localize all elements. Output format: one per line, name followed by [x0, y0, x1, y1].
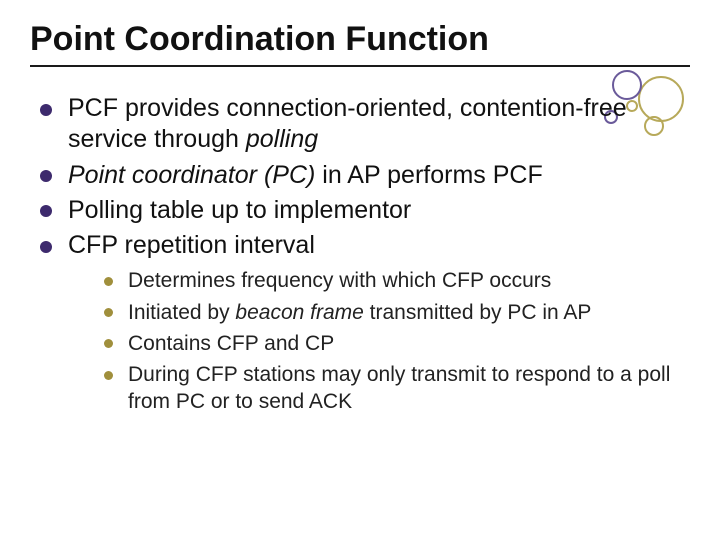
text: CFP repetition interval — [68, 231, 315, 259]
italic-text: Point coordinator (PC) — [68, 161, 315, 189]
slide: Point Coordination Function PCF provides… — [0, 0, 720, 540]
sub-bullet-list: Determines frequency with which CFP occu… — [68, 267, 690, 415]
list-item: CFP repetition interval Determines frequ… — [38, 230, 690, 416]
title-underline — [30, 65, 690, 67]
text: PCF provides connection-oriented, conten… — [68, 94, 627, 153]
list-item: PCF provides connection-oriented, conten… — [38, 93, 690, 156]
text: Contains CFP and CP — [128, 332, 334, 355]
text: Determines frequency with which CFP occu… — [128, 269, 551, 292]
list-item: During CFP stations may only transmit to… — [102, 361, 690, 416]
list-item: Contains CFP and CP — [102, 330, 690, 357]
text: During CFP stations may only transmit to… — [128, 363, 670, 413]
list-item: Initiated by beacon frame transmitted by… — [102, 299, 690, 326]
slide-title: Point Coordination Function — [30, 20, 690, 59]
text: transmitted by PC in AP — [364, 301, 592, 324]
text: Initiated by — [128, 301, 235, 324]
list-item: Polling table up to implementor — [38, 195, 690, 226]
main-bullet-list: PCF provides connection-oriented, conten… — [30, 93, 690, 416]
text: in AP performs PCF — [315, 161, 542, 189]
italic-text: polling — [246, 125, 318, 153]
list-item: Determines frequency with which CFP occu… — [102, 267, 690, 294]
italic-text: beacon frame — [235, 301, 363, 324]
text: Polling table up to implementor — [68, 196, 411, 224]
list-item: Point coordinator (PC) in AP performs PC… — [38, 160, 690, 191]
